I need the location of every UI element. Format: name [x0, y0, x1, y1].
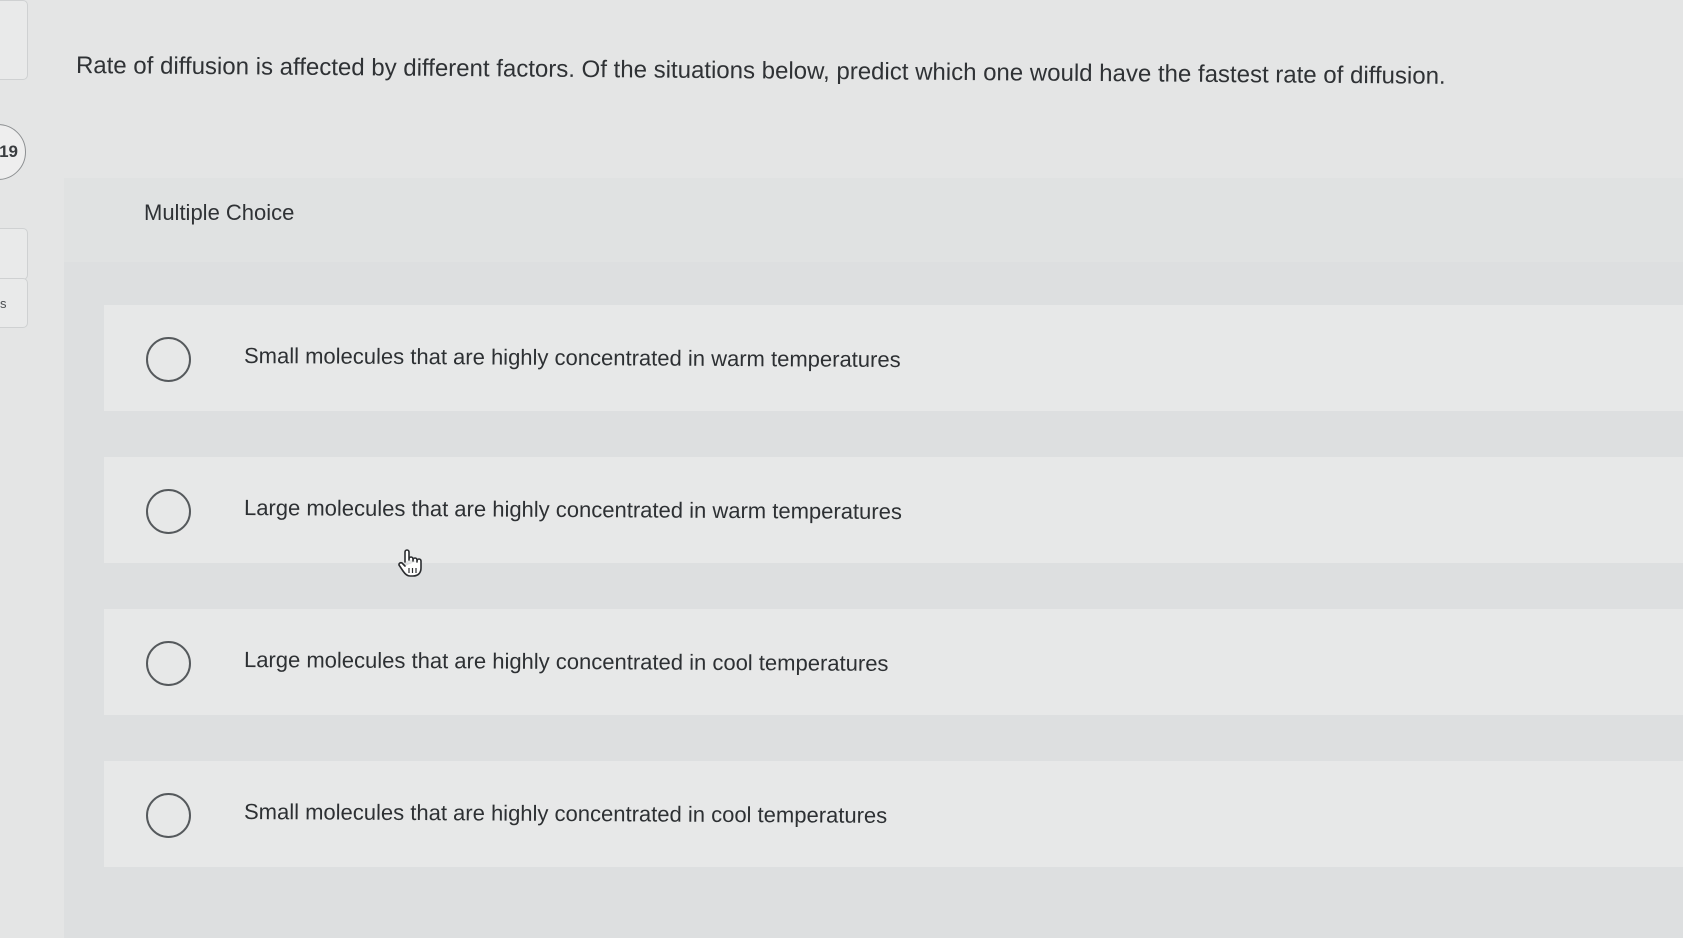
option-1[interactable]: Small molecules that are highly concentr…	[104, 305, 1683, 411]
rail-label: s	[0, 296, 7, 311]
option-label: Large molecules that are highly concentr…	[243, 495, 902, 525]
multiple-choice-panel: Multiple Choice Small molecules that are…	[64, 178, 1683, 938]
hand-pointer-icon	[398, 549, 422, 577]
multiple-choice-label: Multiple Choice	[144, 200, 295, 225]
option-4[interactable]: Small molecules that are highly concentr…	[104, 761, 1683, 867]
option-3[interactable]: Large molecules that are highly concentr…	[104, 609, 1683, 715]
rail-tab[interactable]	[0, 228, 28, 280]
radio-button[interactable]	[146, 337, 191, 382]
left-rail: 19 s	[0, 0, 28, 919]
option-label: Small molecules that are highly concentr…	[243, 799, 888, 828]
radio-button[interactable]	[146, 641, 191, 686]
option-label: Small molecules that are highly concentr…	[243, 343, 901, 373]
rail-tab[interactable]	[0, 0, 28, 80]
radio-button[interactable]	[146, 489, 191, 534]
question-number-badge[interactable]: 19	[0, 124, 26, 180]
multiple-choice-header: Multiple Choice	[64, 178, 1683, 262]
option-2[interactable]: Large molecules that are highly concentr…	[104, 457, 1683, 563]
question-text: Rate of diffusion is affected by differe…	[75, 52, 1446, 90]
radio-button[interactable]	[146, 793, 191, 838]
option-label: Large molecules that are highly concentr…	[243, 647, 889, 676]
